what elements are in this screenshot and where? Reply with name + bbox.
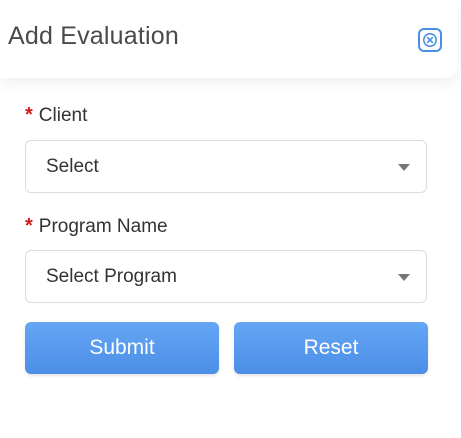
required-asterisk: * — [25, 104, 33, 126]
client-label: * Client — [25, 104, 87, 127]
required-asterisk: * — [25, 215, 33, 237]
client-select-value: Select — [46, 155, 99, 177]
add-evaluation-dialog: Add Evaluation * Client Select * Program N… — [0, 0, 461, 438]
program-select-value: Select Program — [46, 265, 177, 287]
close-button[interactable] — [418, 28, 442, 52]
reset-button[interactable]: Reset — [234, 322, 428, 374]
program-name-select[interactable]: Select Program — [25, 250, 427, 303]
close-x-icon — [423, 33, 437, 47]
chevron-down-icon — [398, 164, 410, 171]
client-label-text: Client — [38, 105, 88, 126]
chevron-down-icon — [398, 274, 410, 281]
client-select[interactable]: Select — [25, 140, 427, 193]
submit-button[interactable]: Submit — [25, 322, 219, 374]
dialog-title: Add Evaluation — [8, 22, 179, 50]
program-name-label: * Program Name — [25, 215, 168, 238]
program-name-label-text: Program Name — [38, 216, 168, 237]
dialog-header: Add Evaluation — [0, 0, 458, 78]
